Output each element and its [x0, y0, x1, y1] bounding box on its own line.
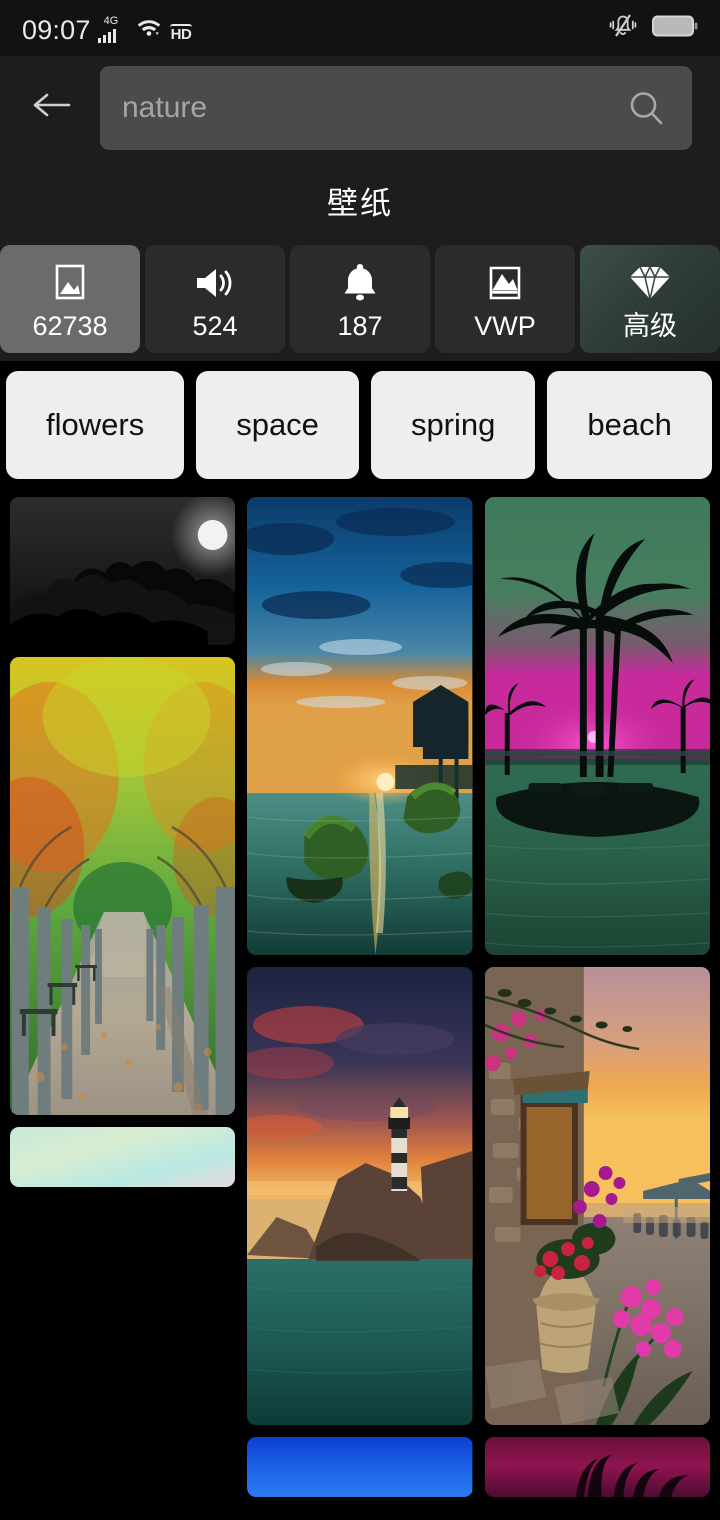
search-bar: nature — [0, 56, 720, 159]
status-bar-left: 09:07 4G HD — [22, 14, 193, 45]
wallpaper-tile-lighthouse-cliff-sunset[interactable] — [247, 967, 473, 1425]
wallpaper-tile-palm-trees-green-magenta[interactable] — [484, 497, 710, 955]
vibrate-icon — [608, 12, 638, 45]
wallpaper-tile-blue-gradient[interactable] — [247, 1437, 473, 1497]
signal-icon: 4G — [97, 14, 128, 43]
wallpaper-tile-pale-cyan-gradient[interactable] — [10, 1127, 236, 1187]
network-type-label: 4G — [103, 14, 119, 27]
tab-wallpapers[interactable]: 62738 — [0, 245, 140, 353]
page-title: 壁纸 — [327, 185, 393, 221]
status-bar: 09:07 4G HD — [0, 0, 720, 56]
tab-vwp[interactable]: VWP — [435, 245, 575, 353]
tab-ringtones-label: 524 — [192, 310, 238, 341]
tab-vwp-label: VWP — [474, 310, 536, 341]
wallpaper-tile-seaside-village-flowers[interactable] — [484, 967, 710, 1425]
back-button[interactable] — [30, 86, 74, 130]
signal-bars — [97, 28, 117, 43]
search-icon[interactable] — [624, 86, 668, 130]
wallpaper-tile-autumn-tree-lined-path[interactable] — [10, 657, 236, 1115]
search-input-value: nature — [122, 90, 208, 124]
hd-icon: HD — [169, 24, 193, 44]
chip-spring[interactable]: spring — [370, 371, 536, 479]
wallpaper-tile-magenta-palms-night[interactable] — [484, 1437, 710, 1497]
diamond-icon — [627, 259, 673, 303]
tab-wallpapers-label: 62738 — [32, 310, 108, 341]
search-input[interactable]: nature — [100, 65, 692, 150]
tab-notifications[interactable]: 187 — [290, 245, 430, 353]
tab-premium[interactable]: 高级 — [580, 245, 720, 353]
category-tabs: 62738 524 187 VWP 高级 — [0, 241, 720, 361]
back-arrow-icon — [31, 89, 73, 126]
tab-notifications-label: 187 — [337, 310, 383, 341]
suggestion-chips[interactable]: flowers space spring beach — [0, 361, 720, 479]
video-wallpaper-icon — [482, 259, 528, 303]
bell-icon — [338, 259, 382, 303]
page-title-bar: 壁纸 — [0, 159, 720, 241]
status-bar-right — [608, 12, 698, 45]
wallpaper-column-1 — [10, 497, 236, 1497]
wallpaper-tile-moon-clouds-night[interactable] — [10, 497, 236, 645]
tab-ringtones[interactable]: 524 — [145, 245, 285, 353]
tab-premium-label: 高级 — [623, 310, 677, 341]
speaker-icon — [191, 259, 239, 303]
wallpaper-column-3 — [484, 497, 710, 1497]
chip-flowers[interactable]: flowers — [6, 371, 185, 479]
status-clock: 09:07 — [22, 14, 91, 45]
image-icon — [48, 259, 92, 303]
wallpaper-tile-sunset-sea-mossy-rocks[interactable] — [247, 497, 473, 955]
wallpaper-grid — [0, 479, 720, 1497]
wifi-icon — [135, 14, 163, 43]
chip-beach[interactable]: beach — [547, 371, 712, 479]
wallpaper-column-2 — [247, 497, 473, 1497]
chip-space[interactable]: space — [196, 371, 359, 479]
app-root: 09:07 4G HD nature 壁纸 62738 524 187 VWP … — [0, 0, 720, 1520]
battery-icon — [652, 13, 698, 44]
